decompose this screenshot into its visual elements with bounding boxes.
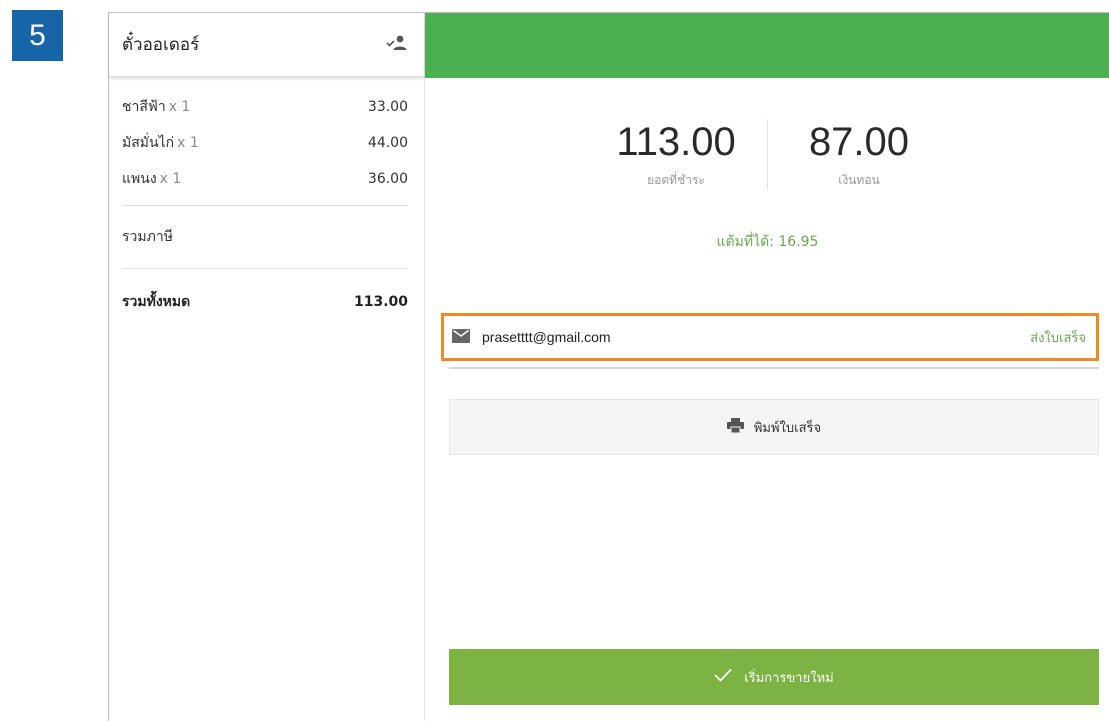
points-earned-text: แต้มที่ได้: 16.95 [716,234,819,250]
user-check-icon[interactable] [386,34,408,56]
order-item-row[interactable]: แพนง x 1 36.00 [122,161,408,197]
order-items-list: ชาสีฟ้า x 1 33.00 มัสมั่นไก่ x 1 44.00 แพน… [109,89,424,327]
order-item-name: ชาสีฟ้า x 1 [122,99,191,115]
total-value: 113.00 [353,294,408,310]
new-sale-label: เริ่มการขายใหม่ [744,670,834,686]
amount-due-value: 113.00 [616,120,736,164]
amount-due-block: 113.00 ยอดที่ชำระ [591,119,768,190]
email-receipt-field[interactable]: prasetttt@gmail.com ส่งใบเสร็จ [441,313,1099,361]
tax-row: รวมภาษี [122,214,408,260]
amount-due-label: ยอดที่ชำระ [647,173,705,187]
payment-header-bar [425,13,1109,78]
change-label: เงินทอน [838,173,880,187]
change-block: 87.00 เงินทอน [768,119,944,190]
email-input[interactable]: prasetttt@gmail.com [482,329,611,345]
total-row: รวมทั้งหมด 113.00 [122,277,408,327]
divider [122,205,408,206]
step-number-badge: 5 [12,10,63,61]
pos-screen: ตั๋วออเดอร์ ชาสีฟ้า x 1 33.00 มัสมั่นไก่ x… [108,12,1109,721]
send-receipt-button[interactable]: ส่งใบเสร็จ [1030,327,1086,348]
tax-label: รวมภาษี [122,229,173,245]
print-receipt-button[interactable]: พิมพ์ใบเสร็จ [449,399,1099,455]
order-item-name: มัสมั่นไก่ x 1 [122,135,199,151]
check-icon [714,668,744,686]
order-item-qty: x 1 [159,171,182,187]
email-field-underline [449,367,1099,369]
payment-amounts: 113.00 ยอดที่ชำระ 87.00 เงินทอน [425,119,1109,190]
order-item-row[interactable]: มัสมั่นไก่ x 1 44.00 [122,125,408,161]
new-sale-button[interactable]: เริ่มการขายใหม่ [449,649,1099,705]
order-item-qty: x 1 [177,135,199,151]
email-input-group: prasetttt@gmail.com [452,328,611,347]
printer-icon [726,417,754,437]
total-label: รวมทั้งหมด [122,294,191,310]
order-ticket-title: ตั๋วออเดอร์ [122,35,200,55]
order-item-price: 36.00 [367,171,408,187]
divider [122,268,408,269]
payment-panel: 113.00 ยอดที่ชำระ 87.00 เงินทอน แต้มที่ไ… [425,13,1109,721]
order-ticket-header: ตั๋วออเดอร์ [109,13,424,77]
print-receipt-label: พิมพ์ใบเสร็จ [753,420,822,436]
order-item-row[interactable]: ชาสีฟ้า x 1 33.00 [122,89,408,125]
order-ticket-panel: ตั๋วออเดอร์ ชาสีฟ้า x 1 33.00 มัสมั่นไก่ x… [109,13,425,721]
order-item-price: 33.00 [367,99,408,115]
change-value: 87.00 [808,120,910,164]
order-item-qty: x 1 [168,99,191,115]
mail-icon [452,328,482,347]
order-item-name: แพนง x 1 [122,171,182,187]
order-item-price: 44.00 [367,135,408,151]
